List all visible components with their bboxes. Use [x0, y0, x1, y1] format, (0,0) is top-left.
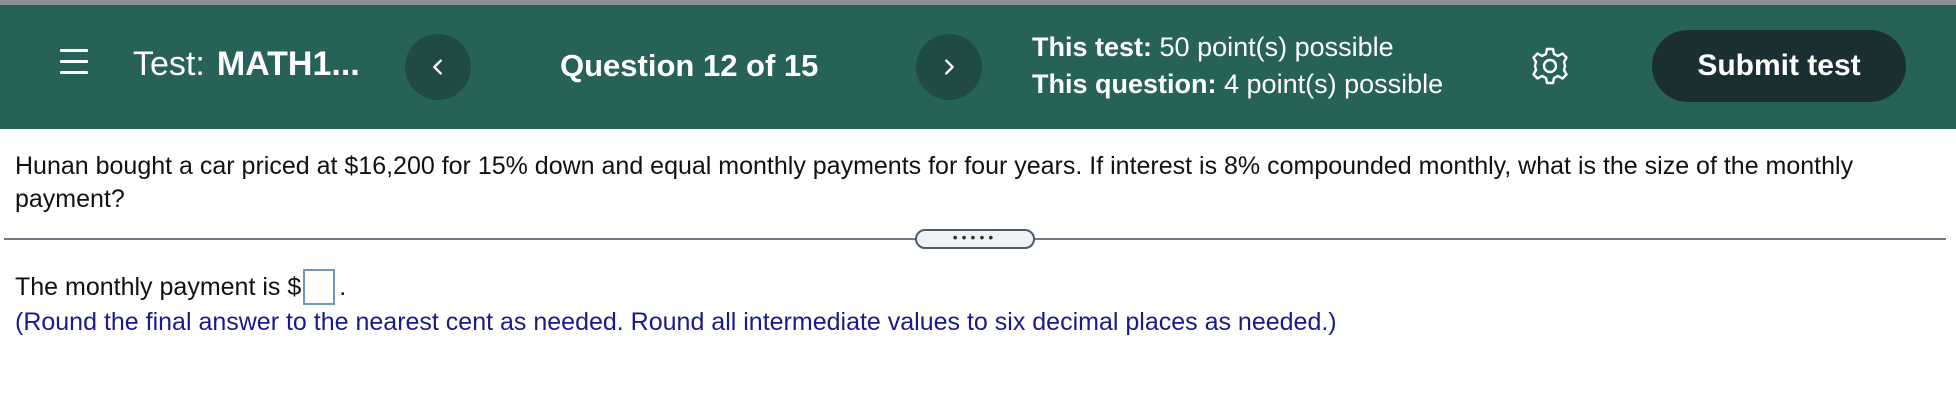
test-name: MATH1...	[216, 45, 360, 83]
next-question-button[interactable]	[916, 34, 982, 100]
answer-prefix: The monthly payment is $	[15, 272, 302, 301]
question-points-label: This question:	[1032, 69, 1217, 99]
answer-suffix: .	[339, 272, 347, 301]
rounding-instruction: (Round the final answer to the nearest c…	[15, 308, 1337, 336]
menu-icon[interactable]	[60, 49, 90, 79]
test-points: This test: 50 point(s) possible	[1032, 29, 1443, 66]
chevron-right-icon	[945, 59, 954, 75]
question-points: This question: 4 point(s) possible	[1032, 66, 1443, 103]
test-points-label: This test:	[1032, 32, 1153, 62]
test-points-value: 50 point(s) possible	[1159, 32, 1394, 62]
submit-test-button[interactable]: Submit test	[1652, 30, 1906, 102]
gear-icon[interactable]	[1530, 46, 1570, 86]
question-points-value: 4 point(s) possible	[1224, 69, 1444, 99]
test-title: Test: MATH1...	[133, 45, 360, 84]
answer-line: The monthly payment is $ .	[15, 269, 346, 305]
chevron-left-icon	[433, 59, 442, 75]
test-title-prefix: Test:	[133, 45, 205, 83]
question-counter: Question 12 of 15	[560, 48, 819, 83]
question-text: Hunan bought a car priced at $16,200 for…	[15, 152, 1854, 213]
divider-handle[interactable]: •••••	[915, 229, 1035, 249]
points-info: This test: 50 point(s) possible This que…	[1032, 29, 1443, 103]
answer-input[interactable]	[303, 269, 336, 305]
test-header: Test: MATH1... Question 12 of 15 This tes…	[0, 5, 1956, 129]
previous-question-button[interactable]	[405, 34, 471, 100]
